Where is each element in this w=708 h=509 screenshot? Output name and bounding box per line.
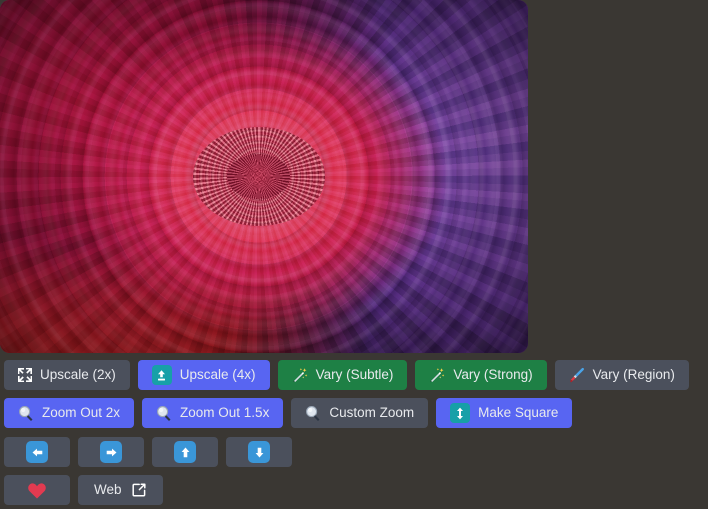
upscale-2x-label: Upscale (2x) — [40, 367, 116, 383]
arrow-right-icon — [100, 441, 122, 463]
make-square-label: Make Square — [478, 405, 559, 421]
make-square-button[interactable]: Make Square — [436, 398, 573, 428]
zoom-row: Zoom Out 2x Zoom Out 1.5x Custom Zoom Ma… — [4, 398, 573, 428]
vary-region-label: Vary (Region) — [592, 367, 675, 383]
vary-subtle-button[interactable]: Vary (Subtle) — [277, 360, 408, 390]
up-down-arrow-icon — [450, 403, 471, 423]
flower-image — [0, 0, 528, 353]
zoom-out-1-5x-label: Zoom Out 1.5x — [180, 405, 270, 421]
arrow-up-icon — [174, 441, 196, 463]
pan-right-button[interactable] — [78, 437, 144, 467]
magnifier-icon — [156, 405, 172, 421]
magnifier-icon — [305, 405, 321, 421]
zoom-out-1-5x-button[interactable]: Zoom Out 1.5x — [142, 398, 284, 428]
pan-up-button[interactable] — [152, 437, 218, 467]
web-button[interactable]: Web — [78, 475, 163, 505]
magnifier-icon — [18, 405, 34, 421]
paintbrush-icon — [569, 367, 585, 383]
zoom-out-2x-button[interactable]: Zoom Out 2x — [4, 398, 135, 428]
upscale-2x-button[interactable]: Upscale (2x) — [4, 360, 130, 390]
zoom-out-2x-label: Zoom Out 2x — [42, 405, 121, 421]
vary-strong-button[interactable]: Vary (Strong) — [415, 360, 547, 390]
pan-left-button[interactable] — [4, 437, 70, 467]
upscale-vary-row: Upscale (2x) Upscale (4x) Vary (Subtle) … — [4, 360, 689, 390]
vary-region-button[interactable]: Vary (Region) — [554, 360, 689, 390]
expand-arrows-icon — [18, 368, 32, 382]
generated-image-preview[interactable] — [0, 0, 528, 353]
upscale-4x-button[interactable]: Upscale (4x) — [137, 360, 270, 390]
image-vignette — [0, 0, 528, 353]
pan-row — [4, 437, 292, 467]
favorite-web-row: Web — [4, 475, 163, 505]
custom-zoom-label: Custom Zoom — [329, 405, 415, 421]
vary-subtle-label: Vary (Subtle) — [315, 367, 394, 383]
magic-wand-icon — [429, 367, 445, 383]
arrow-left-icon — [26, 441, 48, 463]
web-label: Web — [94, 482, 122, 498]
image-actions-panel: Upscale (2x) Upscale (4x) Vary (Subtle) … — [0, 0, 708, 509]
pan-down-button[interactable] — [226, 437, 292, 467]
arrow-down-icon — [248, 441, 270, 463]
vary-strong-label: Vary (Strong) — [453, 367, 533, 383]
heart-icon — [27, 481, 47, 500]
magic-wand-icon — [292, 367, 308, 383]
custom-zoom-button[interactable]: Custom Zoom — [291, 398, 429, 428]
upscale-4x-label: Upscale (4x) — [179, 367, 256, 383]
upload-square-icon — [151, 365, 172, 385]
favorite-button[interactable] — [4, 475, 70, 505]
external-link-icon — [131, 482, 147, 498]
